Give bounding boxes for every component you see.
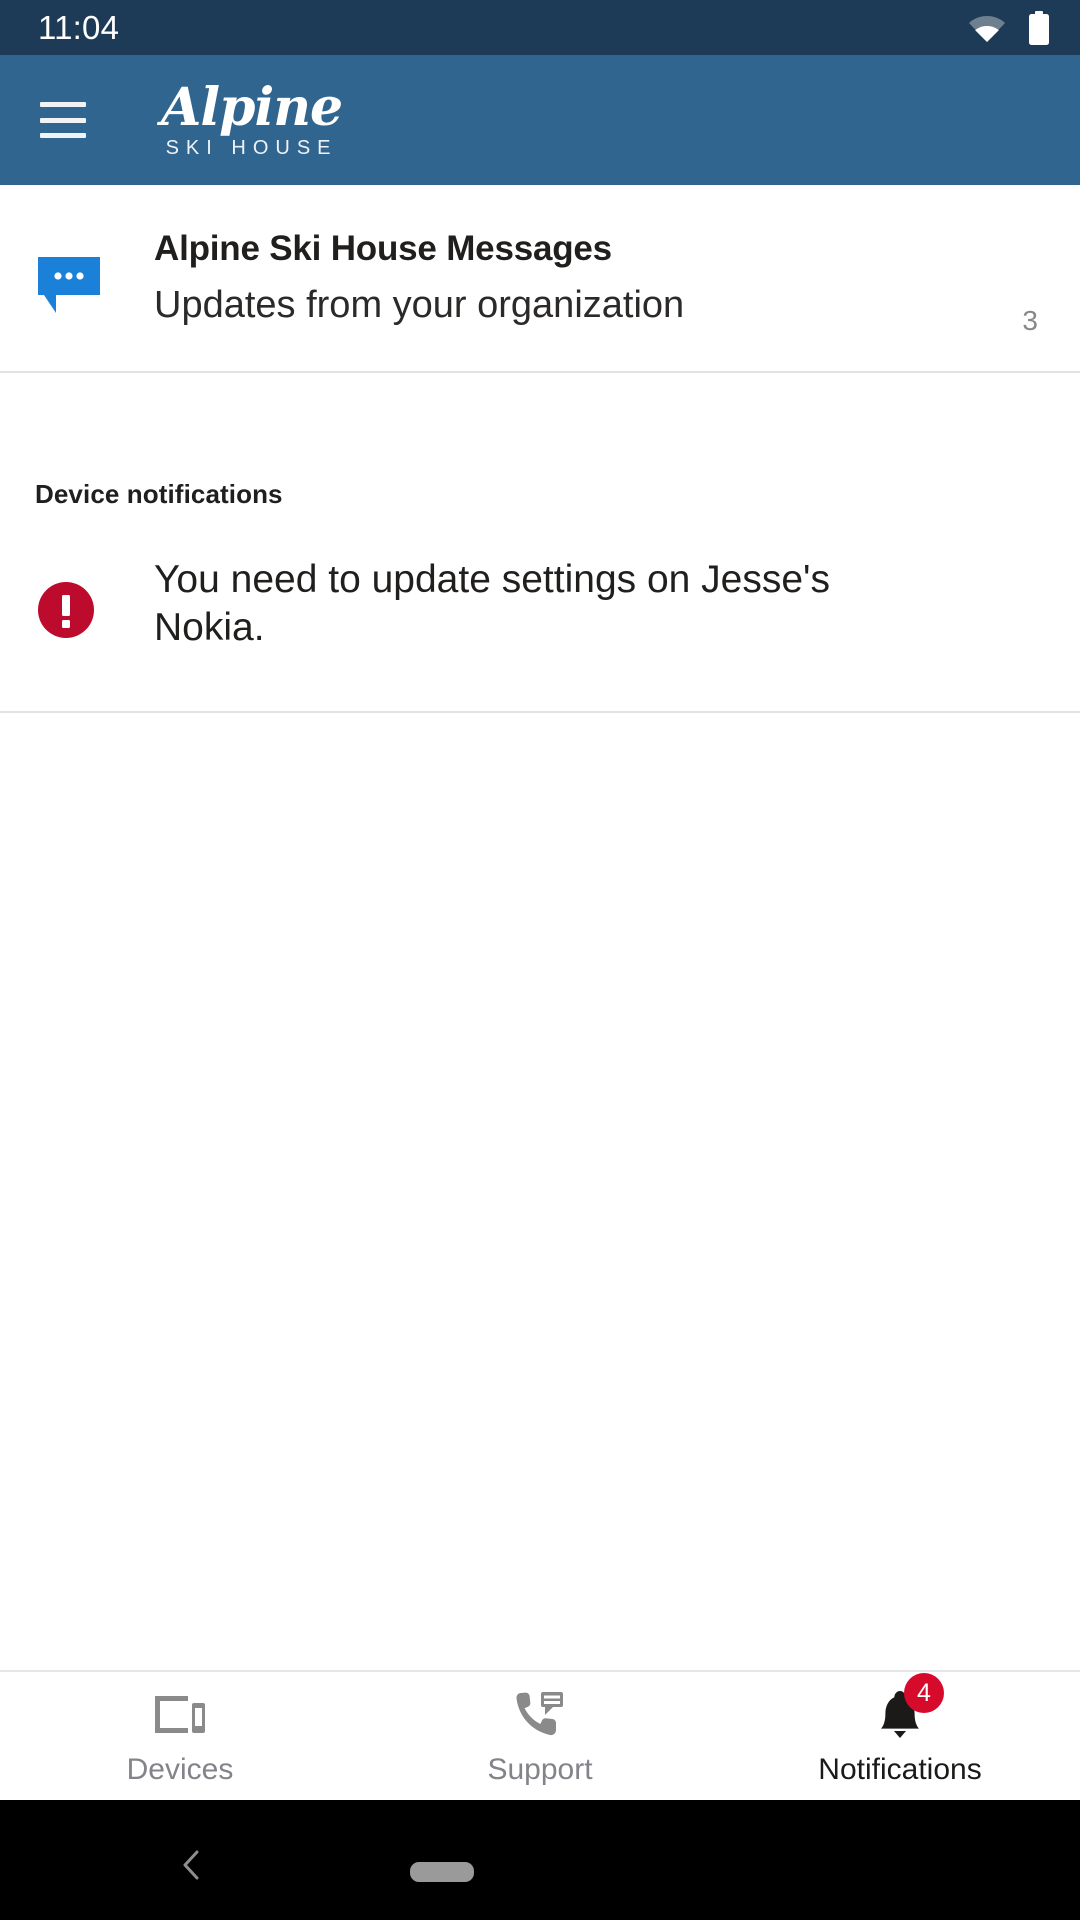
brand-subtitle: SKI HOUSE	[165, 137, 338, 159]
tab-support-label: Support	[487, 1753, 593, 1786]
messages-card[interactable]: Alpine Ski House Messages Updates from y…	[0, 185, 1080, 373]
system-navigation-bar	[0, 1800, 1080, 1920]
support-phone-icon	[516, 1692, 563, 1736]
wifi-icon	[969, 15, 1005, 42]
notification-list-item[interactable]: You need to update settings on Jesse's N…	[0, 510, 1080, 711]
messages-card-title: Alpine Ski House Messages	[154, 228, 612, 268]
device-notifications-section: Device notifications You need to update …	[0, 373, 1080, 714]
status-bar-clock: 11:04	[38, 9, 120, 46]
phone-screen: 11:04 Alpine SKI HOUSE Alpine Ski House …	[0, 0, 1080, 1920]
content-area: Alpine Ski House Messages Updates from y…	[0, 185, 1080, 1670]
notifications-badge: 4	[904, 1673, 944, 1713]
home-pill-indicator[interactable]	[410, 1862, 474, 1882]
status-bar-icons	[968, 10, 1050, 45]
messages-card-count: 3	[1022, 305, 1038, 336]
battery-icon	[1029, 10, 1049, 45]
tab-notifications[interactable]: 4 Notifications	[720, 1672, 1080, 1800]
messages-card-subtitle: Updates from your organization	[154, 284, 685, 327]
device-notifications-title: Device notifications	[35, 479, 283, 509]
tab-devices-label: Devices	[126, 1753, 234, 1786]
tab-notifications-label: Notifications	[818, 1753, 982, 1786]
app-bar: Alpine SKI HOUSE	[0, 55, 1080, 185]
chevron-left-icon[interactable]	[178, 1850, 204, 1880]
message-bubble-icon	[38, 257, 100, 313]
brand-logo: Alpine SKI HOUSE	[161, 77, 343, 159]
notification-item-text: You need to update settings on Jesse's N…	[154, 558, 831, 649]
devices-tablet-phone-icon	[155, 1696, 205, 1733]
brand-name: Alpine	[161, 77, 343, 138]
tab-devices[interactable]: Devices	[0, 1672, 360, 1800]
tab-support[interactable]: Support	[360, 1672, 720, 1800]
status-bar: 11:04	[0, 0, 1080, 55]
hamburger-menu-icon[interactable]	[40, 102, 86, 138]
bottom-navigation-bar: Devices Support 4 Notifications	[0, 1670, 1080, 1800]
alert-error-icon	[38, 582, 94, 638]
messages-card-text: Alpine Ski House Messages Updates from y…	[154, 229, 1004, 327]
